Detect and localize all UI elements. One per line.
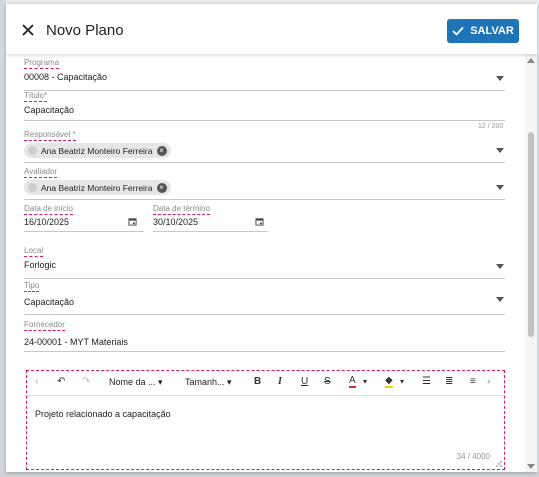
remove-chip-icon[interactable]: × [156,145,167,156]
font-size-select[interactable]: Tamanh... ▾ [185,377,232,388]
italic-icon[interactable]: I [278,376,282,387]
programa-label: Programa [24,58,60,69]
local-value: Forlogic [24,260,57,270]
scrollbar-thumb[interactable] [528,132,534,337]
save-button-label: SALVAR [470,25,514,37]
chevron-down-icon[interactable]: ▾ [363,377,367,386]
underline [24,314,505,315]
chip-label: Ana Beatriz Monteiro Ferreira [41,182,153,193]
new-plan-dialog: Novo Plano SALVAR Programa 00008 - Capac… [6,4,537,472]
underline [24,231,144,232]
align-icon[interactable]: ≡ [470,376,476,387]
chip-label: Ana Beatriz Monteiro Ferreira [41,145,153,156]
fornecedor-field[interactable]: Fornecedor 24-00001 - MYT Materiais [24,320,505,352]
check-icon [452,26,464,36]
underline [24,351,505,352]
bullet-list-icon[interactable]: ☰ [422,376,431,387]
strikethrough-icon[interactable]: S [324,376,331,387]
background-bottom [0,472,539,477]
data-termino-field[interactable]: Data de término 30/10/2025 [153,204,268,234]
responsavel-chip: Ana Beatriz Monteiro Ferreira × [24,143,171,158]
form-content: Programa 00008 - Capacitação Título* Cap… [6,54,525,472]
underline [24,162,505,163]
programa-value: 00008 - Capacitação [24,72,108,82]
responsavel-label: Responsável * [24,130,76,141]
font-size-label: Tamanh... [185,377,225,387]
dialog-title: Novo Plano [46,22,124,39]
remove-chip-icon[interactable]: × [156,182,167,193]
local-select[interactable]: Local Forlogic [24,246,505,279]
dialog-header: Novo Plano SALVAR [6,4,537,54]
underline [24,120,505,121]
description-editor[interactable]: ‹ ↶ ↷ Nome da ... ▾ Tamanh... ▾ B I U S … [26,370,505,470]
font-color-icon[interactable]: A [349,376,356,388]
data-inicio-value: 16/10/2025 [24,217,70,227]
data-termino-value: 30/10/2025 [153,217,199,227]
data-termino-label: Data de término [153,204,210,215]
underline [24,199,505,200]
data-inicio-field[interactable]: Data de início 16/10/2025 [24,204,144,234]
scroll-down-icon[interactable] [527,464,535,469]
responsavel-select[interactable]: Responsável * Ana Beatriz Monteiro Ferre… [24,130,505,164]
editor-content[interactable]: Projeto relacionado a capacitação [35,409,171,419]
chevron-down-icon[interactable] [496,185,504,190]
tipo-select[interactable]: Tipo Capacitação [24,281,505,315]
chevron-down-icon[interactable]: ▾ [400,377,404,386]
underline [24,278,505,279]
avatar [28,146,37,155]
titulo-field[interactable]: Título* Capacitação 12 / 200 [24,91,505,131]
fornecedor-label: Fornecedor [24,320,65,331]
local-label: Local [24,246,44,257]
save-button[interactable]: SALVAR [447,19,519,43]
chevron-down-icon[interactable] [496,76,504,81]
avaliador-label: Avaliador [24,167,58,178]
calendar-icon[interactable] [128,217,137,226]
numbered-list-icon[interactable]: ≣ [445,376,453,387]
programa-select[interactable]: Programa 00008 - Capacitação [24,58,505,91]
fornecedor-value: 24-00001 - MYT Materiais [24,337,128,347]
avaliador-select[interactable]: Avaliador Ana Beatriz Monteiro Ferreira … [24,167,505,201]
font-family-label: Nome da ... [109,377,156,387]
underline-icon[interactable]: U [301,376,308,387]
underline [153,231,268,232]
font-family-select[interactable]: Nome da ... ▾ [109,377,163,388]
chevron-left-icon[interactable]: ‹ [35,376,38,387]
editor-counter: 34 / 4000 [456,452,490,461]
tipo-value: Capacitação [24,297,75,307]
redo-icon[interactable]: ↷ [82,376,90,387]
bold-icon[interactable]: B [254,376,261,387]
chevron-down-icon[interactable] [496,297,504,302]
chevron-down-icon[interactable] [496,264,504,269]
highlight-icon[interactable]: ◆ [385,376,393,388]
titulo-counter: 12 / 200 [478,123,504,130]
avaliador-chip: Ana Beatriz Monteiro Ferreira × [24,180,171,195]
chevron-right-icon[interactable]: › [487,376,490,387]
avatar [28,183,37,192]
tipo-label: Tipo [24,281,40,292]
scroll-up-icon[interactable] [527,58,535,63]
undo-icon[interactable]: ↶ [57,376,65,387]
titulo-label: Título* [24,91,48,102]
data-inicio-label: Data de início [24,204,73,215]
resize-handle-icon[interactable] [496,461,502,467]
calendar-icon[interactable] [255,217,264,226]
close-icon[interactable] [20,22,36,38]
titulo-value: Capacitação [24,105,75,115]
editor-toolbar: ‹ ↶ ↷ Nome da ... ▾ Tamanh... ▾ B I U S … [27,371,504,396]
chevron-down-icon[interactable] [496,148,504,153]
